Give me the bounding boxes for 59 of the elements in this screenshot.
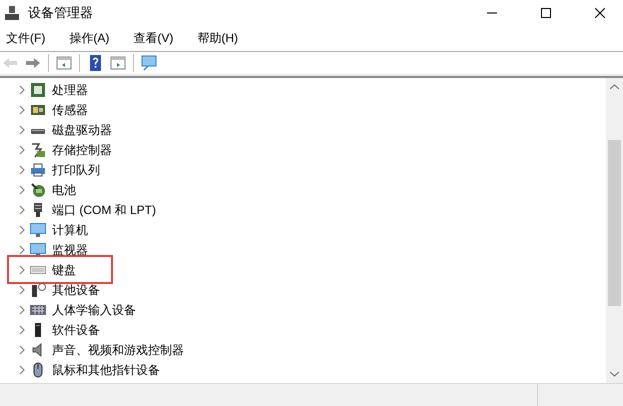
expand-chevron-icon[interactable] <box>18 125 26 135</box>
device-manager-icon <box>4 5 20 21</box>
scroll-up-icon[interactable] <box>610 84 619 90</box>
keypad-icon <box>30 302 46 318</box>
expand-chevron-icon[interactable] <box>18 285 26 295</box>
tree-item[interactable]: 监视器 <box>52 242 88 258</box>
tree-item[interactable]: 电池 <box>52 182 76 198</box>
expand-chevron-icon[interactable] <box>18 265 26 275</box>
expand-chevron-icon[interactable] <box>18 365 26 375</box>
printer-icon <box>30 162 46 178</box>
drive-icon <box>30 129 46 134</box>
tree-item[interactable]: 存储控制器 <box>52 142 112 158</box>
tree-item[interactable]: 人体学输入设备 <box>52 302 136 318</box>
tree-item[interactable]: 打印队列 <box>52 162 100 178</box>
pane-icon <box>56 55 72 71</box>
maximize-icon <box>541 8 551 18</box>
expand-chevron-icon[interactable] <box>18 245 26 255</box>
toolbar-button[interactable] <box>139 53 159 73</box>
scrollbar-thumb[interactable] <box>608 140 621 306</box>
menu-item[interactable]: 帮助(H) <box>193 28 242 49</box>
tree-item[interactable]: 传感器 <box>52 102 88 118</box>
tree-item[interactable]: 键盘 <box>52 262 76 278</box>
expand-chevron-icon[interactable] <box>18 145 26 155</box>
expand-chevron-icon[interactable] <box>18 185 26 195</box>
close-icon <box>595 8 605 18</box>
menu-item[interactable]: 文件(F) <box>2 28 50 49</box>
monitor-icon <box>30 222 46 238</box>
window-title: 设备管理器 <box>28 4 94 22</box>
tree-item[interactable]: 端口 (COM 和 LPT) <box>52 202 156 218</box>
storage-icon <box>30 142 46 158</box>
tree-item[interactable]: 鼠标和其他指针设备 <box>52 362 160 378</box>
expand-chevron-icon[interactable] <box>18 165 26 175</box>
tree-item[interactable]: 其他设备 <box>52 282 100 298</box>
tree-item[interactable]: 软件设备 <box>52 322 100 338</box>
expand-chevron-icon[interactable] <box>18 205 26 215</box>
monitor-icon <box>30 242 46 258</box>
expand-chevron-icon[interactable] <box>18 225 26 235</box>
tree-item[interactable]: 声音、视频和游戏控制器 <box>52 342 184 358</box>
scroll-down-icon[interactable] <box>610 371 619 377</box>
expand-chevron-icon[interactable] <box>18 305 26 315</box>
battery-plug-icon <box>30 182 46 198</box>
expand-chevron-icon[interactable] <box>18 85 26 95</box>
menu-item[interactable]: 操作(A) <box>65 28 114 49</box>
tree-item[interactable]: 处理器 <box>52 82 88 98</box>
menu-item[interactable]: 查看(V) <box>129 28 178 49</box>
monitor-scan-icon <box>141 55 157 71</box>
expand-chevron-icon[interactable] <box>18 325 26 335</box>
scrollbar[interactable] <box>606 78 623 383</box>
chip-icon <box>30 82 46 98</box>
forward-arrow-icon <box>25 55 41 71</box>
expand-chevron-icon[interactable] <box>18 345 26 355</box>
sensor-board-icon <box>30 102 46 118</box>
help-icon <box>87 55 103 71</box>
tree-item[interactable]: 磁盘驱动器 <box>52 122 112 138</box>
pane-icon <box>110 55 126 71</box>
expand-chevron-icon[interactable] <box>18 105 26 115</box>
tree-item[interactable]: 计算机 <box>52 222 88 238</box>
unknown-device-icon <box>30 282 46 298</box>
back-arrow-icon <box>2 55 18 71</box>
